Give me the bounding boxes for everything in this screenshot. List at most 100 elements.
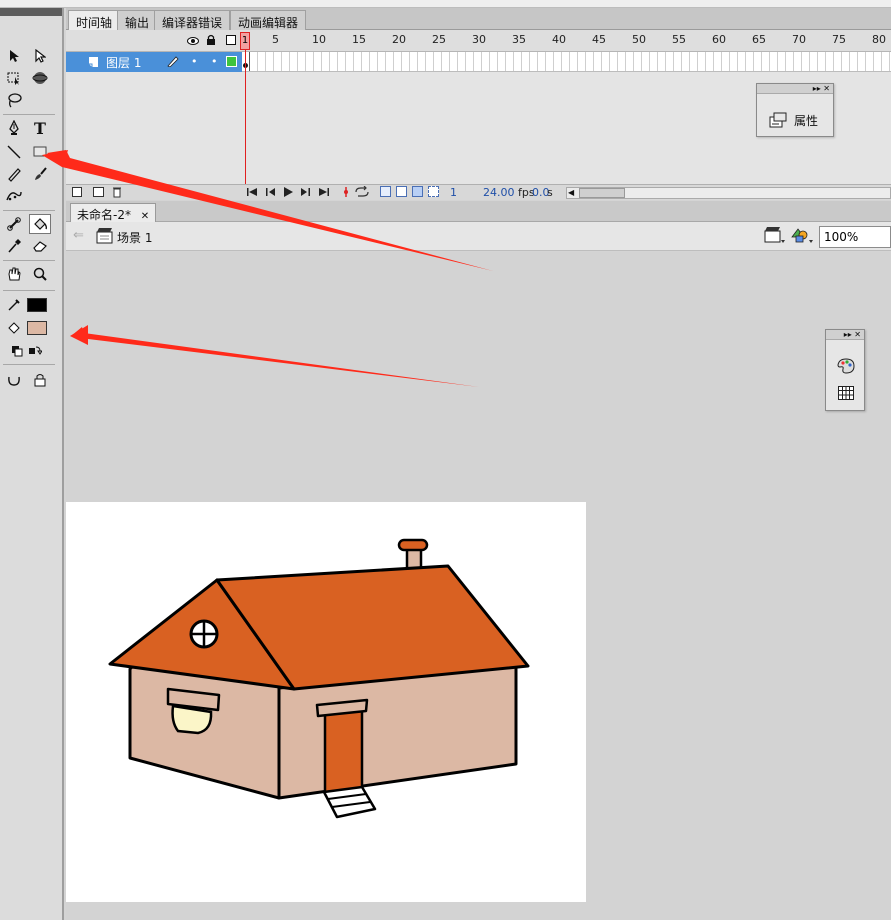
ruler-tick: 5 xyxy=(272,33,279,46)
hand-tool-icon[interactable] xyxy=(3,264,25,284)
scroll-left-icon[interactable]: ◀ xyxy=(568,188,574,197)
outline-color-square[interactable] xyxy=(226,56,237,67)
toolbox-separator xyxy=(3,114,55,115)
swatches-dock-panel: ▸▸ ✕ xyxy=(825,329,865,411)
panel-header[interactable]: ▸▸ ✕ xyxy=(757,84,833,94)
scene-label: 场景 1 xyxy=(117,231,153,245)
properties-icon[interactable] xyxy=(769,111,787,132)
center-frame-icon[interactable] xyxy=(342,186,350,201)
object-drawing-icon[interactable] xyxy=(3,370,25,390)
pencil-tool-icon[interactable] xyxy=(3,164,25,184)
rectangle-tool-icon[interactable] xyxy=(29,142,51,162)
ruler-tick: 30 xyxy=(472,33,486,46)
text-tool-icon[interactable]: T xyxy=(29,118,51,138)
last-frame-icon[interactable] xyxy=(318,186,330,201)
loop-icon[interactable] xyxy=(354,185,370,201)
toolbox-separator xyxy=(3,210,55,211)
back-arrow-icon[interactable]: ⇐ xyxy=(73,228,84,243)
ruler-tick: 45 xyxy=(592,33,606,46)
tab-motion-editor[interactable]: 动画编辑器 xyxy=(230,10,307,30)
timeline-status-bar: 1 24.00 fps 0.0 s ◀ xyxy=(66,184,891,200)
timeline-scrollbar[interactable]: ◀ xyxy=(566,187,891,199)
subselection-tool-icon[interactable] xyxy=(29,46,51,66)
brush-tool-icon[interactable] xyxy=(29,164,51,184)
new-folder-icon[interactable] xyxy=(93,187,104,197)
bone-tool-icon[interactable] xyxy=(3,214,25,234)
edit-scene-icon[interactable] xyxy=(764,226,786,249)
playhead-line xyxy=(245,50,246,186)
onion-skin-icon[interactable] xyxy=(380,186,391,197)
color-palette-icon[interactable] xyxy=(837,358,855,377)
panel-header[interactable]: ▸▸ ✕ xyxy=(826,330,864,340)
stroke-color-swatch[interactable] xyxy=(27,298,47,312)
eraser-tool-icon[interactable] xyxy=(29,236,51,256)
line-tool-icon[interactable] xyxy=(3,142,25,162)
toolbox-grip[interactable] xyxy=(0,8,62,16)
free-transform-tool-icon[interactable] xyxy=(3,68,25,88)
playhead[interactable]: 1 xyxy=(240,32,250,50)
document-tab-label[interactable]: 未命名-2* xyxy=(77,208,131,222)
elapsed-time-unit: s xyxy=(547,186,553,199)
stage-canvas[interactable] xyxy=(66,502,586,902)
tools-panel: T xyxy=(0,8,64,920)
properties-label[interactable]: 属性 xyxy=(794,112,818,129)
ruler-tick: 70 xyxy=(792,33,806,46)
ruler-tick: 50 xyxy=(632,33,646,46)
current-frame-readout[interactable]: 1 xyxy=(450,186,457,199)
zoom-input[interactable] xyxy=(819,226,891,248)
fill-color-icon[interactable] xyxy=(3,318,25,338)
swatches-grid-icon[interactable] xyxy=(838,386,854,403)
scrollbar-thumb[interactable] xyxy=(579,188,625,198)
3d-rotation-tool-icon[interactable] xyxy=(29,68,51,88)
frames-row[interactable] xyxy=(242,52,891,72)
stage-area[interactable]: ▸▸ ✕ xyxy=(66,252,891,920)
properties-panel: ▸▸ ✕ 属性 xyxy=(756,83,834,137)
ruler-tick: 35 xyxy=(512,33,526,46)
snap-to-objects-icon[interactable] xyxy=(29,370,51,390)
layer-name[interactable]: 图层 1 xyxy=(106,54,141,71)
lasso-tool-icon[interactable] xyxy=(3,90,25,110)
menu-bar xyxy=(0,0,891,8)
close-icon[interactable]: ✕ xyxy=(141,211,149,222)
eyedropper-tool-icon[interactable] xyxy=(3,236,25,256)
fill-color-swatch[interactable] xyxy=(27,321,47,335)
lock-icon[interactable] xyxy=(206,34,216,49)
toolbox-separator xyxy=(3,260,55,261)
new-layer-icon[interactable] xyxy=(72,187,82,197)
eye-icon[interactable] xyxy=(187,35,199,49)
edit-multiple-frames-icon[interactable] xyxy=(412,186,423,197)
layer-row[interactable]: 图层 1 • • xyxy=(66,52,242,72)
swap-colors-icon[interactable] xyxy=(24,341,46,361)
tab-compiler-errors[interactable]: 编译器错误 xyxy=(154,10,231,30)
timeline-panel: 1 5 10 15 20 25 30 35 40 45 50 55 60 65 … xyxy=(66,30,891,200)
edit-bar: ⇐ 场景 1 xyxy=(66,222,891,251)
modify-onion-markers-icon[interactable] xyxy=(428,186,439,197)
tab-timeline[interactable]: 时间轴 xyxy=(68,10,121,30)
document-tab[interactable]: 未命名-2* ✕ xyxy=(70,203,157,222)
selection-tool-icon[interactable] xyxy=(3,46,25,66)
house-drawing[interactable] xyxy=(66,502,586,902)
zoom-tool-icon[interactable] xyxy=(29,264,51,284)
toolbox-separator xyxy=(3,290,55,291)
edit-symbols-icon[interactable] xyxy=(791,226,815,249)
visibility-dot[interactable]: • xyxy=(191,55,198,68)
outline-icon[interactable] xyxy=(226,35,236,45)
tab-output[interactable]: 输出 xyxy=(117,10,158,30)
lock-dot[interactable]: • xyxy=(211,55,218,68)
previous-frame-icon[interactable] xyxy=(264,186,276,201)
deco-tool-icon[interactable] xyxy=(3,186,25,206)
ruler-tick: 75 xyxy=(832,33,846,46)
side-window xyxy=(171,704,213,735)
first-frame-icon[interactable] xyxy=(246,186,258,201)
frame-rate-value[interactable]: 24.00 xyxy=(483,186,515,199)
stroke-color-icon[interactable] xyxy=(3,295,25,315)
ruler-tick: 40 xyxy=(552,33,566,46)
onion-skin-outlines-icon[interactable] xyxy=(396,186,407,197)
play-icon[interactable] xyxy=(282,186,294,201)
delete-icon[interactable] xyxy=(112,186,122,201)
keyframe[interactable] xyxy=(242,52,250,71)
next-frame-icon[interactable] xyxy=(300,186,312,201)
pen-tool-icon[interactable] xyxy=(3,118,25,138)
paint-bucket-tool-icon[interactable] xyxy=(29,214,51,234)
timeline-header: 1 5 10 15 20 25 30 35 40 45 50 55 60 65 … xyxy=(66,30,891,52)
